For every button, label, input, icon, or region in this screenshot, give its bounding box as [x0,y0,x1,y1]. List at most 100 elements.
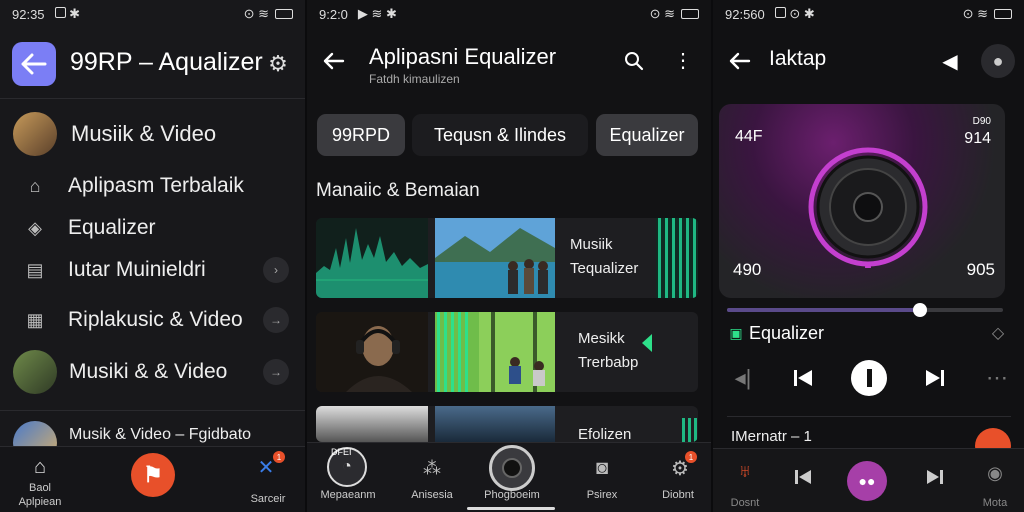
next-button[interactable] [917,360,953,396]
card-title: Efolizen [578,426,632,442]
menu-item-label: Riplakusic & Video [68,308,243,331]
media-card-1[interactable]: Musiik Tequalizer [316,218,698,298]
more-icon[interactable]: ⋯ [979,360,1015,396]
tag-icon[interactable]: ◇ [987,324,1009,342]
speaker-icon[interactable] [489,445,535,491]
speaker-dial-icon[interactable] [807,146,929,268]
menu-item-label: Aplipasm Terbalaik [68,174,244,197]
progress-fill [727,308,921,312]
equalizer-visual: 44F D90 914 490 905 [719,104,1005,298]
screen-equalizer-apps: 9:2:0 ▶ ≋ ✱ ⊙ ≋ Aplipasni Equalizer Fatd… [307,0,711,512]
menu-item-label: Musiik & Video [71,121,217,146]
next-icon[interactable] [923,465,947,489]
headphones-man-photo [316,312,428,392]
menu-item-label: Musiki & & Video [69,360,228,383]
page-title: Aplipasni Equalizer [369,44,557,69]
menu-item-apps[interactable]: ⌂ Aplipasm Terbalaik [0,162,305,210]
status-bar: 92:560 ⊙ ✱ ⊙ ≋ [725,4,1012,24]
status-bar: 92:35 ✱ ⊙ ≋ [12,4,293,24]
bottom-nav: ⌂ Baol Aplpiean ⚑ ✕ 1 Sarceir [0,446,305,512]
drops-icon[interactable]: ⁂ [419,455,445,481]
back-button[interactable] [725,46,755,76]
level-label: 490 [733,260,762,279]
chevron-right-icon[interactable]: › [263,257,289,283]
more-icon[interactable]: ⋮ [673,48,693,74]
media-card-2[interactable]: Mesikk Trerbabp [316,312,698,392]
speaker-icon[interactable]: ◀ [937,48,963,74]
nav-label-home: Baol Aplpiean [18,482,62,508]
card-title: Mesikk [578,330,625,347]
meta-icon[interactable]: ◉ [983,461,1007,485]
pause-button[interactable] [851,360,887,396]
nav-badge-text: DFEI [331,447,352,457]
speaker-photo [435,406,555,442]
menu-item-music-video[interactable]: Musiik & Video [0,110,305,158]
track-title: IMernatr – 1 [731,428,812,445]
park-photo [435,312,555,392]
previous-button[interactable] [785,360,821,396]
menu-item-playlist[interactable]: ▦ Riplakusic & Video → [0,296,305,344]
level-label: 914 [964,130,991,147]
bottom-nav: ♅ Dosnt ●● ◉ Mota [713,448,1024,512]
arrow-right-icon[interactable]: → [263,307,289,333]
profile-icon[interactable]: ● [981,44,1015,78]
volume-icon[interactable]: ◂| [725,360,761,396]
nav-label-5: Mota [982,497,1008,509]
notification-badge: 1 [273,451,285,463]
nav-label-4: Psirex [586,489,618,501]
status-time: 92:35 [12,6,45,22]
status-time: 92:560 [725,6,765,22]
nav-label-1: Dosnt [730,497,760,509]
media-card-3[interactable]: Efolizen [316,406,698,442]
previous-icon[interactable] [791,465,815,489]
search-icon[interactable] [621,48,647,74]
divider [0,410,305,411]
lake-photo [435,218,555,298]
app-logo-icon[interactable]: ⚑ [131,453,175,497]
status-right-icons: ⊙ ≋ [963,6,1012,22]
menu-item-label: Musik & Video – Fgidbato [69,426,252,443]
level-label: 44F [735,128,763,145]
avatar [13,350,57,394]
divider [0,98,305,99]
progress-handle[interactable] [913,303,928,317]
home-icon: ⌂ [29,175,41,196]
section-title: Manaiic & Bemaian [316,180,480,201]
nav-label-tools: Sarceir [250,493,286,505]
progress-track[interactable] [727,303,1003,317]
avatar [13,112,57,156]
nav-label-5: Diobnt [662,489,694,501]
equalizer-bars-icon [656,218,698,298]
playing-indicator-icon[interactable]: ●● [847,461,887,501]
home-icon[interactable]: ⌂ [28,455,52,479]
menu-item-list[interactable]: ▤ Iutar Muinieldri › [0,246,305,294]
chip-99rpd[interactable]: 99RPD [317,114,405,156]
record-player-photo [316,406,428,442]
nav-label-1: Mepaeanm [320,489,376,501]
status-time: 9:2:0 [319,6,348,22]
profile-icon[interactable]: ◙ [589,455,615,481]
layers-icon: ◈ [28,217,42,238]
equalizer-bars-icon [682,418,698,442]
arrow-right-icon[interactable]: → [263,359,289,385]
card-subtitle: Trerbabp [578,354,639,371]
screen-aqualizer-menu: 92:35 ✱ ⊙ ≋ 99RP – Aqualizer ⚙ Musiik & … [0,0,305,512]
chip-tequsn[interactable]: Tequsn & Ilindes [412,114,588,156]
nav-label-2: Anisesia [411,489,453,501]
play-indicator-icon [642,334,652,352]
settings-icon[interactable]: ⚙ [264,50,292,78]
menu-item-equalizer[interactable]: ◈ Equalizer [0,204,305,252]
notification-badge: 1 [685,451,697,463]
page-subtitle: Fatdh kimaulizen [369,72,460,86]
level-label: D90 [972,116,991,127]
divider [727,416,1011,417]
bottom-nav: ◔ DFEI Mepaeanm ⁂ Anisesia Phogboeim ◙ P… [307,442,711,512]
equalizer-icon[interactable]: ♅ [733,459,757,483]
card-title: Musiik [570,236,613,253]
back-button[interactable] [319,46,349,76]
chip-equalizer[interactable]: Equalizer [596,114,698,156]
back-button[interactable] [12,42,56,86]
nav-label-3: Phogboeim [484,489,540,501]
menu-item-music-video-2[interactable]: Musiki & & Video → [0,348,305,396]
page-title: 99RP – Aqualizer [70,48,263,76]
